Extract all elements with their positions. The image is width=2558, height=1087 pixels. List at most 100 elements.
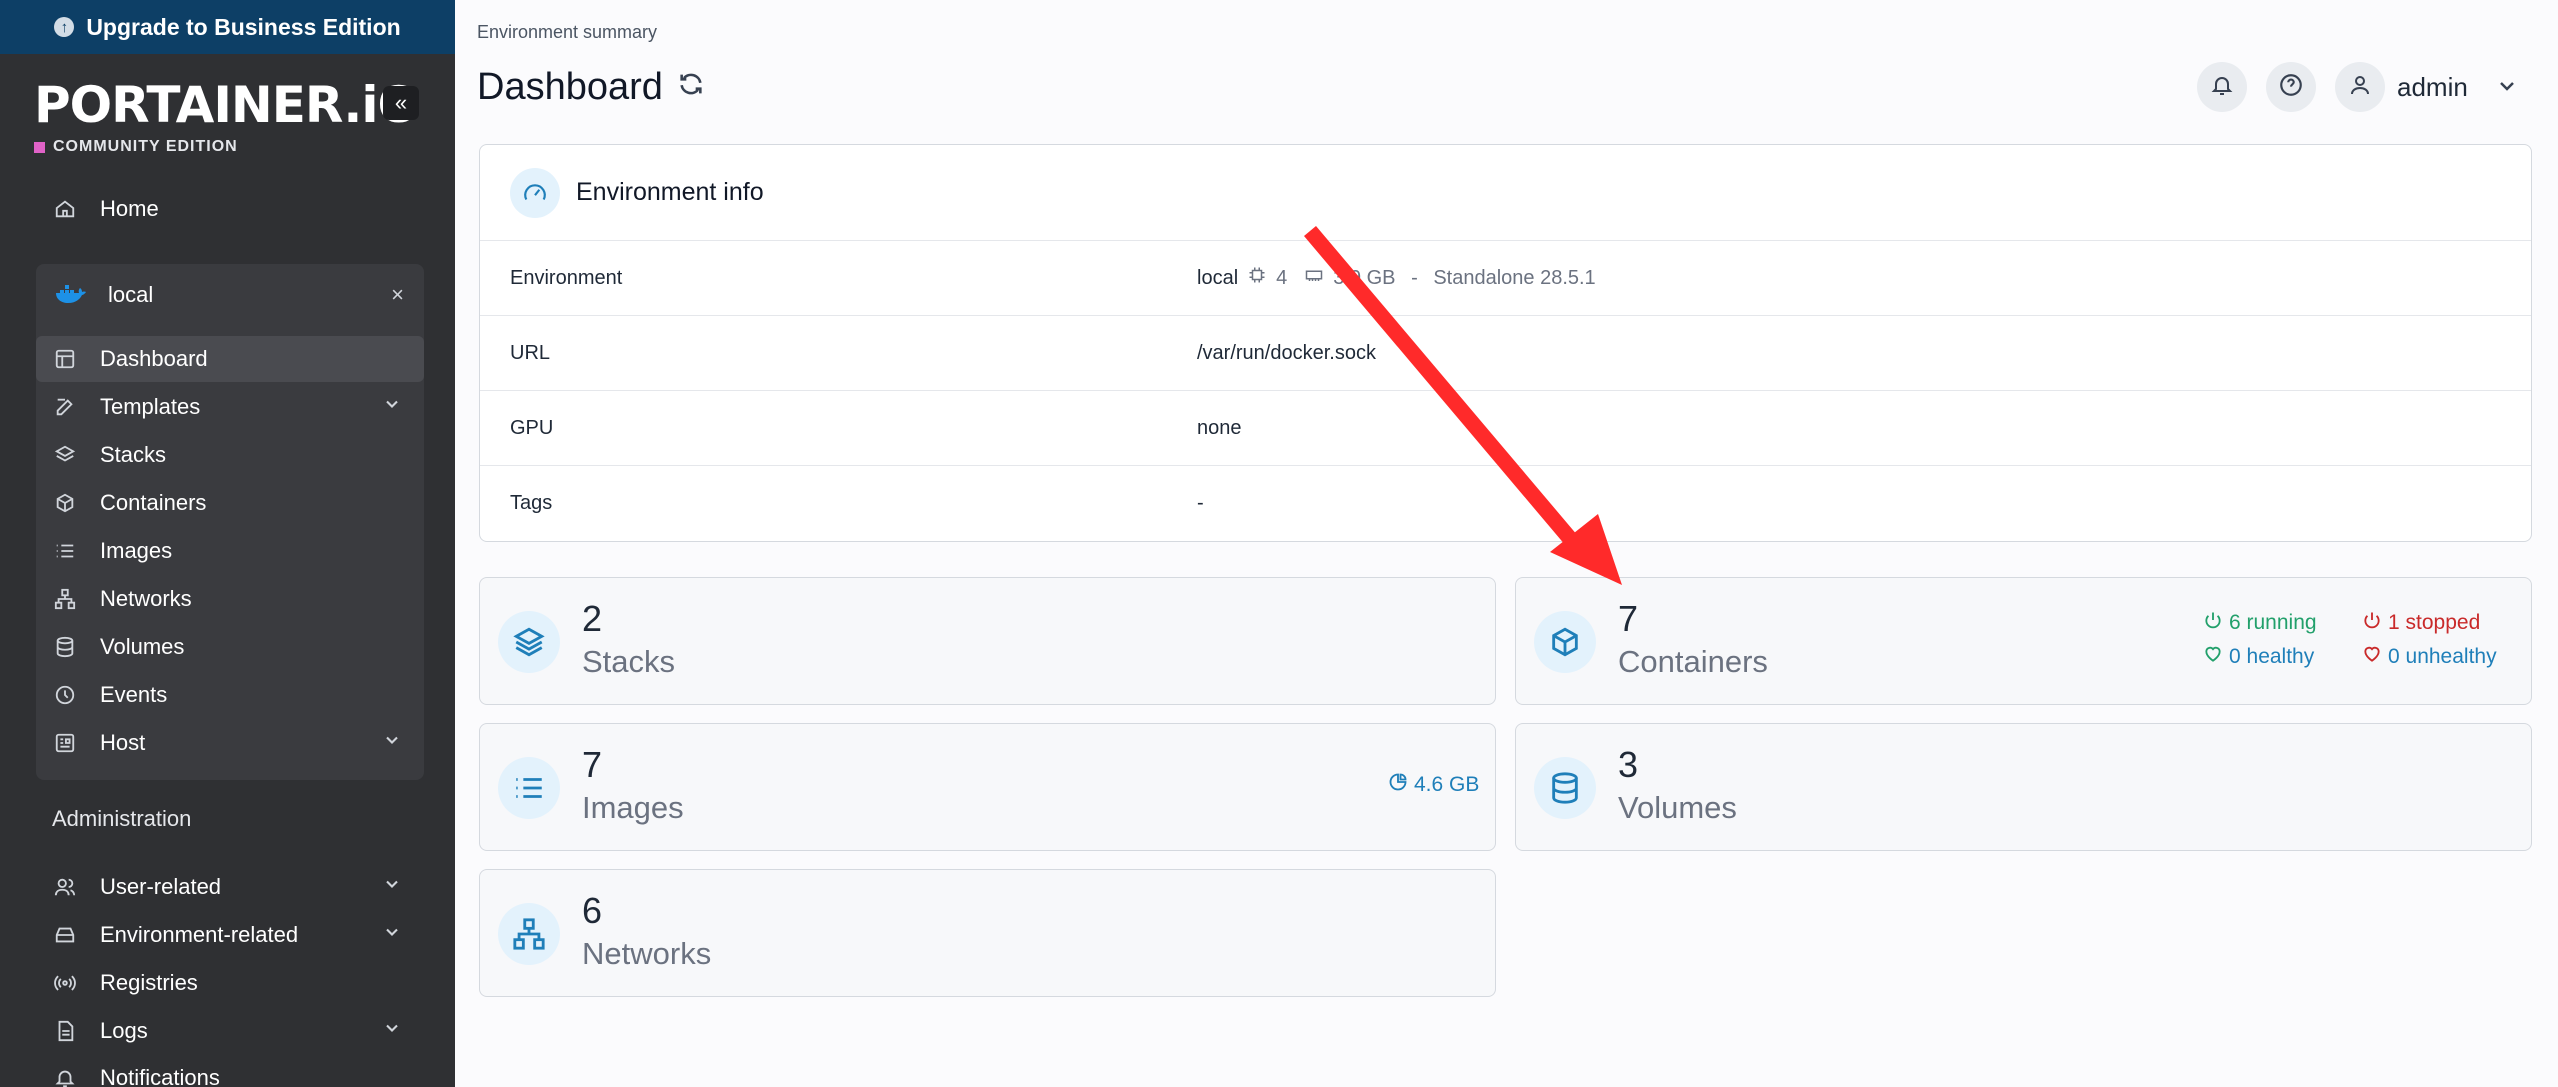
row-label: GPU: [510, 416, 554, 439]
portainer-logo[interactable]: PORTAINER.iO COMMUNITY EDITION: [34, 76, 420, 156]
arrow-up-circle-icon: ↑: [54, 17, 75, 37]
sidebar-item-label: Volumes: [100, 634, 185, 659]
sidebar-item-label: User-related: [100, 874, 222, 899]
env-row-tags: Tags -: [480, 466, 2531, 541]
unhealthy-count: 0 unhealthy: [2388, 645, 2497, 668]
logo-text: PORTAINER.iO: [34, 76, 420, 134]
sidebar-item-label: Registries: [100, 970, 198, 995]
row-value: -: [1197, 492, 1204, 514]
environment-info-header: Environment info: [480, 145, 2531, 241]
heart-broken-icon: [2362, 644, 2382, 670]
images-count: 7: [582, 744, 603, 785]
sidebar-item-label: Notifications: [100, 1065, 220, 1087]
user-icon: [2348, 73, 2372, 102]
layers-icon: [498, 611, 560, 673]
help-button[interactable]: [2266, 62, 2316, 112]
notifications-button[interactable]: [2197, 62, 2247, 112]
sidebar-item-dashboard[interactable]: Dashboard: [36, 336, 424, 382]
collapse-sidebar-button[interactable]: «: [383, 86, 419, 120]
sidebar-item-logs[interactable]: Logs: [36, 1008, 424, 1054]
layers-icon: [52, 444, 78, 466]
sidebar-item-images[interactable]: Images: [36, 528, 424, 574]
sidebar-item-registries[interactable]: Registries: [36, 960, 424, 1006]
row-label: Tags: [510, 492, 553, 514]
sidebar-item-templates[interactable]: Templates: [36, 384, 424, 430]
sidebar-item-label: Logs: [100, 1018, 148, 1043]
close-environment-icon[interactable]: ×: [391, 282, 404, 308]
sidebar-item-label: Environment-related: [100, 922, 299, 947]
sidebar-item-home[interactable]: Home: [36, 186, 424, 232]
healthy-count: 0 healthy: [2229, 645, 2315, 668]
bell-icon: [52, 1067, 78, 1087]
sidebar-item-stacks[interactable]: Stacks: [36, 432, 424, 478]
sidebar-item-events[interactable]: Events: [36, 672, 424, 718]
networks-count: 6: [582, 890, 603, 931]
environment-name-value: local: [1197, 266, 1239, 289]
images-tile[interactable]: 7 Images 4.6 GB: [479, 723, 1496, 851]
refresh-icon[interactable]: [677, 70, 705, 106]
stopped-count: 1 stopped: [2388, 611, 2481, 634]
database-icon: [52, 636, 78, 658]
user-avatar[interactable]: [2335, 62, 2385, 112]
upgrade-label: Upgrade to Business Edition: [86, 13, 401, 40]
networks-tile[interactable]: 6 Networks: [479, 869, 1496, 997]
running-stat: 6 running: [2203, 610, 2317, 636]
sidebar: ↑ Upgrade to Business Edition PORTAINER.…: [0, 0, 455, 1087]
chevron-down-icon[interactable]: [382, 874, 402, 900]
environment-header[interactable]: local ×: [36, 270, 424, 320]
sidebar-item-label: Host: [100, 730, 146, 755]
chevron-down-icon[interactable]: [382, 394, 402, 420]
row-label: Environment: [510, 266, 623, 289]
sidebar-item-host[interactable]: Host: [36, 720, 424, 766]
stacks-tile[interactable]: 2 Stacks: [479, 577, 1496, 705]
help-icon: [2278, 72, 2304, 103]
file-icon: [52, 1020, 78, 1042]
chevron-down-icon[interactable]: [382, 730, 402, 756]
sidebar-item-volumes[interactable]: Volumes: [36, 624, 424, 670]
environment-type: Standalone 28.5.1: [1433, 266, 1596, 289]
power-off-icon: [2362, 610, 2382, 636]
list-icon: [498, 757, 560, 819]
images-label: Images: [582, 790, 684, 825]
stopped-stat: 1 stopped: [2362, 610, 2480, 636]
host-icon: [52, 732, 78, 754]
edit-icon: [52, 396, 78, 418]
sidebar-item-environment-related[interactable]: Environment-related: [36, 912, 424, 958]
chevron-down-icon[interactable]: [382, 922, 402, 948]
edition-label: COMMUNITY EDITION: [34, 138, 419, 156]
sidebar-item-networks[interactable]: Networks: [36, 576, 424, 622]
sidebar-item-containers[interactable]: Containers: [36, 480, 424, 526]
upgrade-banner[interactable]: ↑ Upgrade to Business Edition: [0, 0, 455, 54]
row-label: URL: [510, 341, 551, 364]
clock-icon: [52, 684, 78, 706]
main-content: Environment summary Dashboard admin Envi…: [455, 0, 2558, 1087]
list-icon: [52, 540, 78, 562]
docker-icon: [54, 283, 88, 307]
pie-chart-icon: [1388, 772, 1408, 798]
volumes-tile[interactable]: 3 Volumes: [1515, 723, 2532, 851]
sidebar-item-label: Containers: [100, 490, 207, 515]
sidebar-item-label: Images: [100, 538, 173, 563]
env-row-gpu: GPU none: [480, 391, 2531, 466]
images-size: 4.6 GB: [1414, 773, 1480, 796]
memory-icon: [1305, 266, 1323, 290]
environment-name: local: [108, 282, 154, 307]
stacks-count: 2: [582, 598, 603, 639]
sidebar-item-user-related[interactable]: User-related: [36, 864, 424, 910]
chevron-down-icon[interactable]: [2495, 74, 2519, 103]
home-icon: [52, 198, 78, 220]
sidebar-item-notifications[interactable]: Notifications: [36, 1055, 424, 1087]
drive-icon: [52, 924, 78, 946]
env-row-environment: Environment local 4 3.9 GB - Standalone …: [480, 241, 2531, 316]
containers-tile[interactable]: 7 Containers 6 running 1 stopped 0 healt…: [1515, 577, 2532, 705]
healthy-stat: 0 healthy: [2203, 644, 2314, 670]
separator: -: [1405, 266, 1424, 289]
memory-value: 3.9 GB: [1333, 266, 1396, 289]
network-icon: [52, 588, 78, 610]
page-title-text: Dashboard: [477, 66, 663, 108]
edition-text: COMMUNITY EDITION: [53, 138, 238, 155]
chevron-down-icon[interactable]: [382, 1018, 402, 1044]
sidebar-item-label: Dashboard: [100, 346, 208, 371]
sidebar-item-label: Home: [100, 196, 159, 221]
user-name[interactable]: admin: [2397, 72, 2468, 103]
